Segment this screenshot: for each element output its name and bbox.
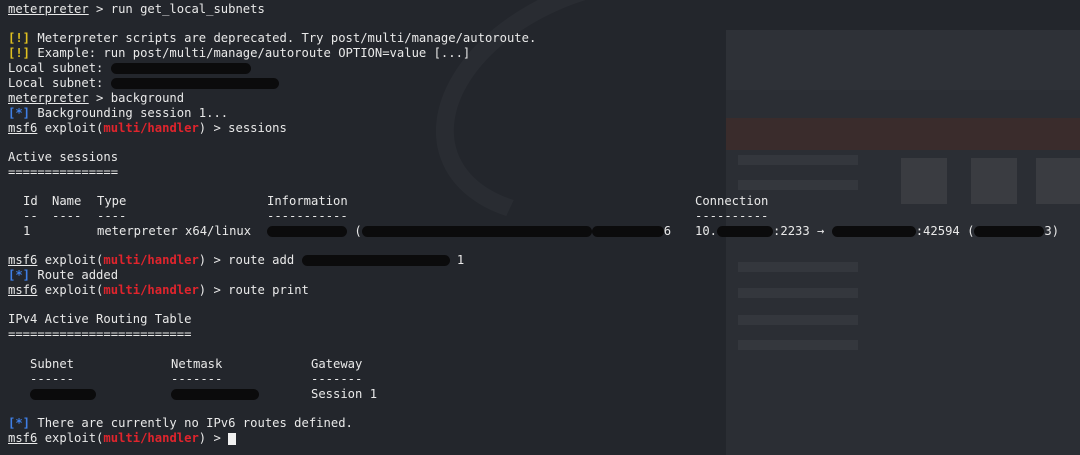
background-window	[726, 30, 1080, 455]
route-subnet	[30, 387, 96, 402]
local-subnet-line: Local subnet:	[8, 61, 251, 76]
section-rule: ===============	[8, 165, 119, 179]
sessions-header-type: Type	[97, 194, 127, 208]
sessions-header-name: Name	[52, 194, 82, 208]
route-gateway: Session 1	[311, 387, 378, 401]
section-title: IPv4 Active Routing Table	[8, 312, 192, 326]
routing-header-gateway: Gateway	[311, 357, 363, 371]
warning-line: [!] Meterpreter scripts are deprecated. …	[8, 31, 537, 45]
sessions-rule: ----------	[695, 209, 769, 223]
command-prompt[interactable]: msf6 exploit(multi/handler) >	[8, 431, 237, 446]
session-connection: 10.:2233 → :42594 (3)	[695, 224, 1060, 238]
command-line: meterpreter > background	[8, 91, 185, 105]
routing-rule: -------	[171, 372, 223, 386]
command-line: msf6 exploit(multi/handler) > route prin…	[8, 283, 309, 297]
command-line: meterpreter > run get_local_subnets	[8, 2, 265, 16]
session-type: meterpreter x64/linux	[97, 224, 252, 238]
info-line: [*] There are currently no IPv6 routes d…	[8, 416, 353, 430]
command-line: msf6 exploit(multi/handler) > route add …	[8, 253, 465, 267]
sessions-header-id: Id	[23, 194, 38, 208]
local-subnet-line: Local subnet:	[8, 76, 279, 91]
sessions-rule: ----	[97, 209, 127, 223]
sessions-rule: ----	[52, 209, 82, 223]
routing-rule: ------	[30, 372, 75, 386]
routing-header-netmask: Netmask	[171, 357, 223, 371]
section-title: Active sessions	[8, 150, 119, 164]
command-line: msf6 exploit(multi/handler) > sessions	[8, 121, 287, 135]
routing-header-subnet: Subnet	[30, 357, 75, 371]
sessions-rule: --	[23, 209, 38, 223]
sessions-header-information: Information	[267, 194, 348, 208]
session-id: 1	[23, 224, 31, 238]
route-netmask	[171, 387, 259, 402]
section-rule: =========================	[8, 327, 192, 341]
sessions-header-connection: Connection	[695, 194, 769, 208]
warning-line: [!] Example: run post/multi/manage/autor…	[8, 46, 471, 60]
text-cursor[interactable]	[228, 432, 237, 445]
routing-rule: -------	[311, 372, 363, 386]
sessions-rule: -----------	[267, 209, 348, 223]
info-line: [*] Backgrounding session 1...	[8, 106, 229, 120]
info-line: [*] Route added	[8, 268, 119, 282]
session-information: (6	[267, 224, 671, 239]
